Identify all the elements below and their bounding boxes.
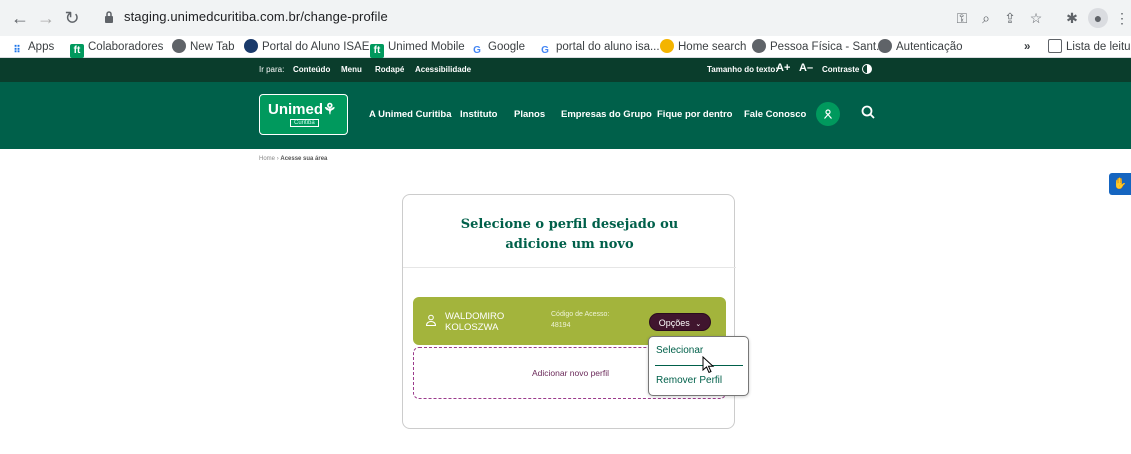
- breadcrumb: Home › Acesse sua área: [259, 156, 327, 162]
- key-icon[interactable]: ⚿: [952, 8, 972, 28]
- bookmark-colaboradores[interactable]: ft Colaboradores: [70, 39, 163, 58]
- nav-a-unimed-curitiba[interactable]: A Unimed Curitiba: [369, 109, 452, 120]
- globe-icon: [172, 39, 186, 53]
- forward-icon[interactable]: →: [34, 6, 58, 30]
- link-menu[interactable]: Menu: [341, 65, 362, 74]
- goto-label: Ir para:: [259, 65, 285, 74]
- unimed-icon: ft: [70, 44, 84, 58]
- divider: [655, 365, 743, 366]
- zoom-icon[interactable]: ⌕: [976, 8, 996, 28]
- nav-empresas-do-grupo[interactable]: Empresas do Grupo: [561, 109, 652, 120]
- link-conteudo[interactable]: Conteúdo: [293, 65, 330, 74]
- decrease-font-button[interactable]: A–: [799, 62, 813, 74]
- select-profile-option[interactable]: Selecionar: [656, 345, 703, 356]
- browser-toolbar: ← → ↻ staging.unimedcuritiba.com.br/chan…: [0, 0, 1131, 36]
- search-icon[interactable]: [860, 104, 876, 120]
- access-code-label: Código de Acesso:: [551, 311, 610, 318]
- user-icon: [824, 109, 832, 119]
- options-button[interactable]: Opções ⌄: [649, 313, 711, 331]
- bookmark-portal-isae[interactable]: Portal do Aluno ISAE: [244, 39, 369, 55]
- user-account-button[interactable]: [816, 102, 840, 126]
- reading-list-icon: [1048, 39, 1062, 53]
- profile-name: WALDOMIRO KOLOSZWA: [445, 311, 505, 333]
- contrast-button[interactable]: Contraste: [822, 65, 859, 74]
- back-icon[interactable]: ←: [8, 6, 32, 30]
- contrast-icon[interactable]: [862, 64, 872, 74]
- accessibility-bar: Ir para: Conteúdo Menu Rodapé Acessibili…: [0, 58, 1131, 82]
- breadcrumb-current: Acesse sua área: [280, 156, 328, 162]
- star-icon[interactable]: ☆: [1026, 8, 1046, 28]
- link-acessibilidade[interactable]: Acessibilidade: [415, 65, 471, 74]
- lock-icon: [105, 11, 113, 23]
- google-icon: G: [541, 45, 549, 56]
- url-text[interactable]: staging.unimedcuritiba.com.br/change-pro…: [124, 9, 388, 24]
- breadcrumb-home[interactable]: Home: [259, 156, 275, 162]
- reload-icon[interactable]: ↻: [60, 6, 84, 30]
- bookmark-unimed-mobile[interactable]: ft Unimed Mobile: [370, 39, 465, 58]
- site-header: Unimed ⚘ Curitiba A Unimed Curitiba Inst…: [0, 82, 1131, 149]
- hand-icon: ✋: [1113, 178, 1127, 190]
- extensions-icon[interactable]: ✱: [1062, 8, 1082, 28]
- link-rodape[interactable]: Rodapé: [375, 65, 404, 74]
- nav-planos[interactable]: Planos: [514, 109, 545, 120]
- bookmark-pessoa-fisica[interactable]: Pessoa Física - Sant...: [752, 39, 886, 55]
- bookmark-portal-aluno[interactable]: Gportal do aluno isa...: [538, 39, 659, 56]
- nav-fale-conosco[interactable]: Fale Conosco: [744, 109, 806, 120]
- breadcrumb-separator: ›: [276, 156, 279, 162]
- text-size-label: Tamanho do texto:: [707, 65, 778, 74]
- mouse-cursor-icon: [702, 356, 715, 374]
- more-bookmarks-button[interactable]: »: [1024, 39, 1030, 55]
- menu-kebab-icon[interactable]: ⋮: [1112, 8, 1131, 28]
- bookmark-home-search[interactable]: Home search: [660, 39, 746, 55]
- unimed-icon: ft: [370, 44, 384, 58]
- home-search-icon: [660, 39, 674, 53]
- share-icon[interactable]: ⇪: [1000, 8, 1020, 28]
- nav-instituto[interactable]: Instituto: [460, 109, 497, 120]
- google-icon: G: [473, 45, 481, 56]
- bookmark-autenticacao[interactable]: Autenticação: [878, 39, 963, 55]
- chevron-down-icon: ⌄: [695, 321, 702, 328]
- sign-language-button[interactable]: ✋: [1109, 173, 1131, 195]
- globe-icon: [878, 39, 892, 53]
- card-title: Selecione o perfil desejado ou adicione …: [460, 217, 679, 252]
- isae-icon: [244, 39, 258, 53]
- divider: [403, 267, 736, 268]
- globe-icon: [752, 39, 766, 53]
- bookmark-new-tab[interactable]: New Tab: [172, 39, 235, 55]
- bookmarks-bar: ⠿ Apps ft Colaboradores New Tab Portal do …: [0, 36, 1131, 58]
- bookmark-google[interactable]: G Google: [470, 39, 525, 56]
- unimed-symbol-icon: ⚘: [323, 101, 337, 118]
- bookmark-apps[interactable]: ⠿ Apps: [10, 39, 54, 56]
- profile-avatar-icon[interactable]: ●: [1088, 8, 1108, 28]
- access-code-value: 48194: [551, 322, 571, 329]
- unimed-logo[interactable]: Unimed ⚘ Curitiba: [259, 94, 348, 135]
- nav-fique-por-dentro[interactable]: Fique por dentro: [657, 109, 732, 120]
- increase-font-button[interactable]: A+: [776, 62, 790, 74]
- user-icon: [425, 314, 437, 326]
- reading-list[interactable]: Lista de leitura: [1048, 39, 1131, 55]
- apps-grid-icon: ⠿: [13, 45, 21, 56]
- remove-profile-option[interactable]: Remover Perfil: [656, 375, 722, 386]
- options-dropdown: Selecionar Remover Perfil: [648, 336, 749, 396]
